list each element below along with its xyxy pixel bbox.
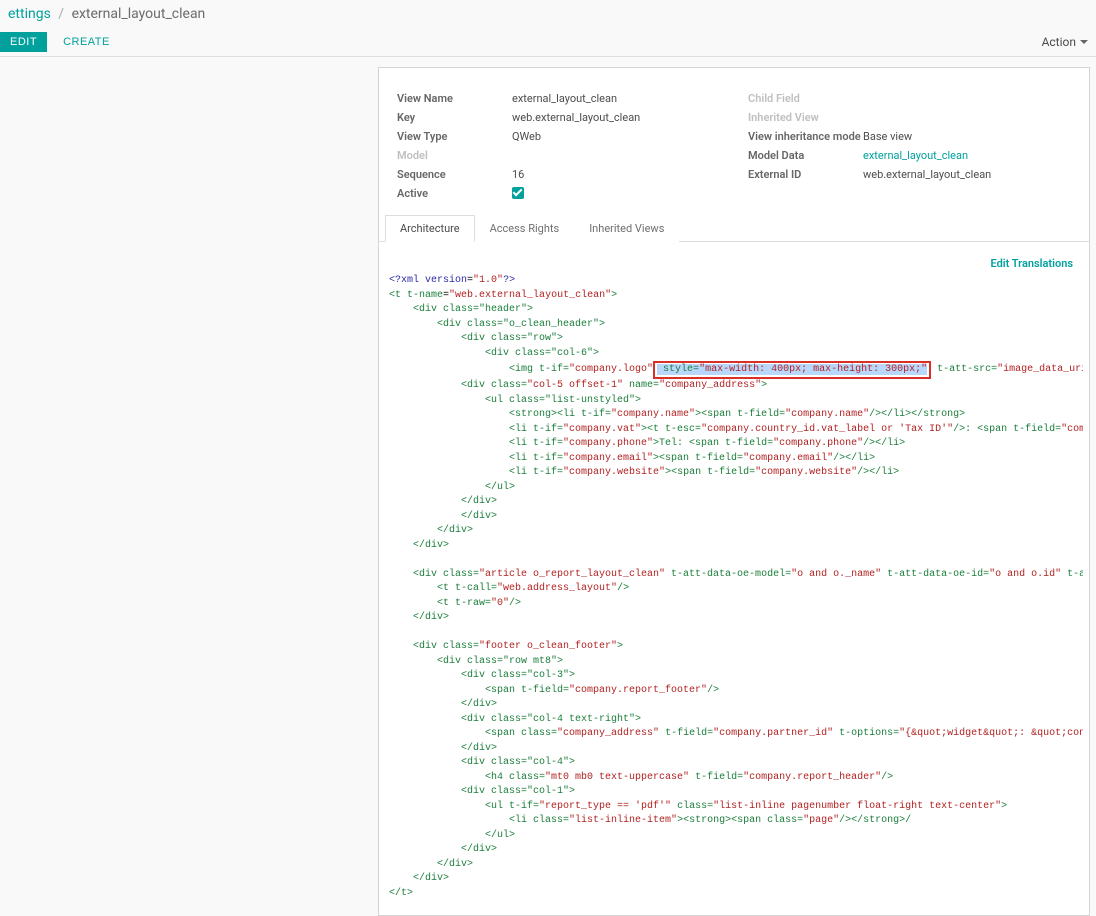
tab-inherited-views[interactable]: Inherited Views [574, 215, 679, 242]
edit-translations-link[interactable]: Edit Translations [990, 257, 1073, 270]
value-view-name: external_layout_clean [512, 92, 617, 105]
link-model-data[interactable]: external_layout_clean [863, 149, 968, 162]
label-view-type: View Type [397, 130, 512, 143]
form-sheet: View Nameexternal_layout_clean Keyweb.ex… [378, 67, 1090, 916]
breadcrumb-sep: / [58, 6, 64, 22]
tab-architecture[interactable]: Architecture [385, 215, 475, 242]
action-dropdown[interactable]: Action [1042, 35, 1088, 49]
label-inherited-view: Inherited View [748, 111, 863, 124]
label-key: Key [397, 111, 512, 124]
label-sequence: Sequence [397, 168, 512, 181]
breadcrumb: ettings / external_layout_clean [0, 0, 1096, 28]
active-checkbox[interactable] [512, 187, 524, 199]
highlighted-style-attr: style="max-width: 400px; max-height: 300… [653, 361, 931, 379]
chevron-down-icon [1080, 40, 1088, 44]
value-key: web.external_layout_clean [512, 111, 640, 124]
create-button[interactable]: CREATE [57, 32, 116, 52]
breadcrumb-current: external_layout_clean [72, 6, 206, 22]
label-model: Model [397, 149, 512, 162]
label-external-id: External ID [748, 168, 863, 181]
label-model-data: Model Data [748, 149, 863, 162]
value-sequence: 16 [512, 168, 524, 181]
value-view-type: QWeb [512, 130, 541, 143]
label-inh-mode: View inheritance mode [748, 130, 863, 143]
tab-access-rights[interactable]: Access Rights [475, 215, 575, 242]
label-active: Active [397, 187, 512, 202]
action-label: Action [1042, 35, 1076, 49]
label-view-name: View Name [397, 92, 512, 105]
tabs: Architecture Access Rights Inherited Vie… [379, 214, 1089, 242]
architecture-code: <?xml version="1.0"?> <t t-name="web.ext… [385, 274, 1083, 901]
value-inh-mode: Base view [863, 130, 912, 143]
value-external-id: web.external_layout_clean [863, 168, 991, 181]
toolbar: EDIT CREATE Action [0, 28, 1096, 57]
label-child-field: Child Field [748, 92, 863, 105]
breadcrumb-parent[interactable]: ettings [8, 6, 51, 22]
edit-button[interactable]: EDIT [0, 32, 47, 52]
